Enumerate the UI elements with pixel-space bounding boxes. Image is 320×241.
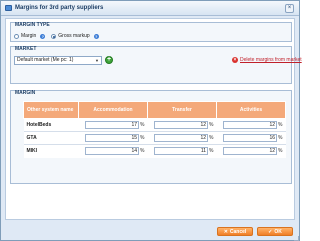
transfer-cell: 12%	[147, 118, 217, 132]
dialog-content: MARGIN TYPE Margin ? Gross markup ? MARK…	[5, 18, 302, 220]
accommodation-input[interactable]: 14	[85, 147, 140, 156]
transfer-input[interactable]: 12	[154, 121, 209, 129]
cell-wrap: 17%	[79, 121, 148, 129]
accommodation-cell: 14%	[78, 144, 148, 158]
add-market-icon[interactable]: +	[105, 56, 113, 64]
system-name: MIKI	[23, 144, 79, 158]
margin-legend: MARGIN	[15, 90, 36, 96]
cell-wrap: 14%	[79, 147, 148, 156]
radio-margin[interactable]	[14, 33, 19, 39]
accommodation-input[interactable]: 17	[85, 121, 140, 129]
margin-type-options: Margin ? Gross markup ?	[14, 32, 103, 40]
market-select-value: Default market (Me pc: 1)	[17, 57, 74, 63]
percent-label: %	[140, 135, 145, 141]
percent-label: %	[140, 148, 145, 155]
cell-wrap: 12%	[148, 121, 217, 129]
activities-cell: 12%	[216, 144, 286, 158]
cell-wrap: 12%	[148, 134, 217, 142]
ok-label: OK	[274, 228, 282, 235]
column-header-accommodation: Accommodation	[78, 101, 148, 119]
margin-table: Other system name Accommodation Transfer…	[23, 101, 286, 158]
activities-cell: 16%	[216, 131, 286, 145]
table-row: HotelBeds 17% 12% 12%	[23, 118, 286, 132]
percent-label: %	[278, 122, 283, 128]
delete-icon[interactable]: ×	[232, 57, 238, 63]
activities-input[interactable]: 16	[223, 134, 278, 142]
percent-label: %	[278, 148, 283, 155]
percent-label: %	[209, 148, 214, 155]
window-icon	[5, 5, 12, 11]
margin-type-group: MARGIN TYPE Margin ? Gross markup ?	[10, 22, 292, 42]
margin-group: MARGIN Other system name Accommodation T…	[10, 90, 292, 184]
cell-wrap: 16%	[217, 134, 286, 142]
cell-wrap: 12%	[217, 147, 286, 156]
cancel-label: Cancel	[229, 228, 247, 235]
market-legend: MARKET	[15, 46, 37, 52]
percent-label: %	[209, 122, 214, 128]
market-group: MARKET Default market (Me pc: 1) ▼ + × D…	[10, 46, 302, 84]
table-row: MIKI 14% 11% 12%	[23, 144, 286, 158]
margin-type-legend: MARGIN TYPE	[15, 22, 50, 28]
system-name: HotelBeds	[23, 118, 79, 132]
delete-margins-link[interactable]: Delete margins from market	[240, 57, 302, 63]
close-button[interactable]: ×	[285, 4, 294, 13]
chevron-down-icon[interactable]: ▼	[94, 58, 100, 63]
activities-input[interactable]: 12	[223, 121, 278, 129]
help-icon[interactable]: ?	[93, 33, 99, 39]
cell-wrap: 12%	[217, 121, 286, 129]
activities-input[interactable]: 12	[223, 147, 278, 156]
ok-button[interactable]: ✓ OK	[257, 227, 293, 236]
radio-gross-markup-label[interactable]: Gross markup	[58, 33, 89, 39]
accommodation-cell: 15%	[78, 131, 148, 145]
system-name: GTA	[23, 131, 79, 145]
column-header-system: Other system name	[23, 101, 79, 119]
accommodation-cell: 17%	[78, 118, 148, 132]
window-title: Margins for 3rd party suppliers	[15, 5, 104, 11]
radio-margin-label[interactable]: Margin	[21, 33, 36, 39]
percent-label: %	[140, 122, 145, 128]
percent-label: %	[209, 135, 214, 141]
percent-label: %	[278, 135, 283, 141]
cancel-button[interactable]: ✕ Cancel	[217, 227, 253, 236]
check-icon: ✓	[268, 228, 273, 235]
transfer-input[interactable]: 11	[154, 147, 209, 156]
table-header-row: Other system name Accommodation Transfer…	[23, 101, 286, 119]
transfer-input[interactable]: 12	[154, 134, 209, 142]
resize-grip[interactable]	[294, 236, 299, 241]
cell-wrap: 11%	[148, 147, 217, 156]
table-row: GTA 15% 12% 16%	[23, 131, 286, 145]
market-select[interactable]: Default market (Me pc: 1) ▼	[14, 56, 102, 65]
title-bar[interactable]: Margins for 3rd party suppliers ×	[1, 1, 299, 16]
transfer-cell: 12%	[147, 131, 217, 145]
cancel-icon: ✕	[223, 228, 228, 235]
margins-dialog: Margins for 3rd party suppliers × MARGIN…	[0, 0, 302, 241]
radio-gross-markup[interactable]	[51, 33, 57, 39]
help-icon[interactable]: ?	[40, 33, 46, 39]
activities-cell: 12%	[216, 118, 286, 132]
column-header-activities: Activities	[216, 101, 286, 119]
cell-wrap: 15%	[79, 134, 148, 142]
accommodation-input[interactable]: 15	[85, 134, 140, 142]
transfer-cell: 11%	[147, 144, 217, 158]
column-header-transfer: Transfer	[147, 101, 217, 119]
